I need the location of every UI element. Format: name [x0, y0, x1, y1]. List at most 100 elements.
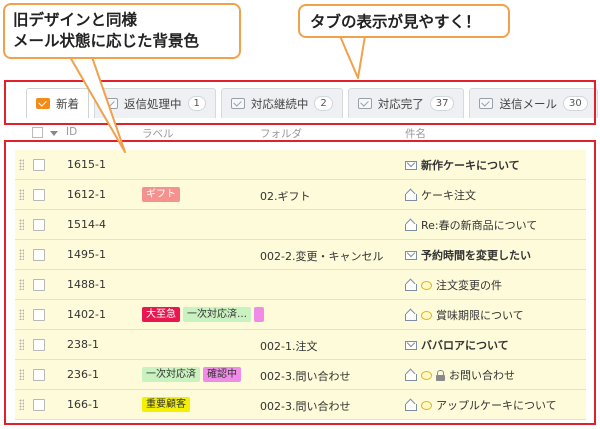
label-tag[interactable]: 確認中 [203, 367, 241, 382]
tab-label: 新着 [56, 96, 79, 111]
subject-text: ババロアについて [421, 339, 509, 352]
mail-row[interactable]: 238-1 002-1.注文 ババロアについて [15, 330, 586, 360]
tab-label: 送信メール [499, 96, 557, 111]
row-checkbox[interactable] [33, 399, 45, 411]
column-header-subject[interactable]: 件名 [405, 126, 426, 141]
row-checkbox[interactable] [33, 159, 45, 171]
tab-5[interactable]: 送信メール 30 [469, 88, 598, 118]
tab-count-badge: 30 [562, 96, 588, 111]
mail-folder: 02.ギフト [260, 190, 311, 203]
drag-handle-icon[interactable] [19, 369, 24, 380]
row-checkbox[interactable] [33, 279, 45, 291]
envelope-open-icon [405, 370, 417, 381]
tab-count-badge: 2 [314, 96, 333, 111]
label-list: ギフト [142, 187, 180, 202]
tab-2[interactable]: 返信処理中 1 [94, 88, 216, 118]
mail-row[interactable]: 1514-4 Re:春の新商品について [15, 210, 586, 240]
mail-id: 166-1 [67, 398, 99, 411]
comment-icon [421, 370, 432, 380]
tab-1[interactable]: 新着 [26, 88, 89, 118]
label-list: 大至急 一次対応済… [142, 307, 264, 322]
mail-subject[interactable]: Re:春の新商品について [405, 217, 537, 233]
envelope-closed-icon [405, 340, 417, 350]
drag-handle-icon[interactable] [19, 219, 24, 230]
mail-row[interactable]: 1495-1 002-2.変更・キャンセル 予約時間を変更したい [15, 240, 586, 270]
row-checkbox[interactable] [33, 309, 45, 321]
mail-row[interactable]: 1402-1 大至急 一次対応済… 賞味期限について [15, 300, 586, 330]
row-checkbox[interactable] [33, 249, 45, 261]
subject-text: Re:春の新商品について [421, 219, 538, 232]
label-tag[interactable]: ギフト [142, 187, 180, 202]
subject-text: お問い合わせ [449, 369, 515, 382]
mail-subject[interactable]: お問い合わせ [405, 367, 515, 383]
column-header-label[interactable]: ラベル [142, 126, 174, 141]
callout-right-text: タブの表示が見やすく！ [310, 13, 481, 31]
mail-row[interactable]: 1615-1 新作ケーキについて [15, 150, 586, 180]
mail-id: 1612-1 [67, 188, 106, 201]
mail-id: 1514-4 [67, 218, 106, 231]
drag-handle-icon[interactable] [19, 399, 24, 410]
column-header-id[interactable]: ID [66, 126, 77, 138]
lock-icon [436, 369, 445, 381]
mail-subject[interactable]: 注文変更の件 [405, 277, 502, 293]
mail-subject[interactable]: ケーキ注文 [405, 187, 476, 203]
callout-background-color: 旧デザインと同様 メール状態に応じた背景色 [3, 3, 241, 59]
mail-subject[interactable]: 予約時間を変更したい [405, 247, 531, 263]
callout-left-line-2: メール状態に応じた背景色 [13, 32, 200, 50]
mail-id: 1488-1 [67, 278, 106, 291]
mailbox-icon [104, 98, 118, 109]
subject-text: アップルケーキについて [436, 399, 557, 412]
mail-subject[interactable]: アップルケーキについて [405, 397, 557, 413]
comment-icon [421, 400, 432, 410]
envelope-open-icon [405, 280, 417, 291]
envelope-open-icon [405, 400, 417, 411]
subject-text: 予約時間を変更したい [421, 249, 531, 262]
mail-subject[interactable]: 新作ケーキについて [405, 157, 520, 173]
drag-handle-icon[interactable] [19, 189, 24, 200]
callout-left-line-1: 旧デザインと同様 [13, 11, 138, 29]
comment-icon [421, 280, 432, 290]
row-checkbox[interactable] [33, 339, 45, 351]
mail-row[interactable]: 236-1 一次対応済 確認中 002-3.問い合わせ お問い合わせ [15, 360, 586, 390]
label-tag[interactable]: 一次対応済… [183, 307, 251, 322]
envelope-open-icon [405, 310, 417, 321]
mail-id: 1495-1 [67, 248, 106, 261]
mail-row[interactable]: 1488-1 注文変更の件 [15, 270, 586, 300]
label-list: 一次対応済 確認中 [142, 367, 241, 382]
mail-id: 1615-1 [67, 158, 106, 171]
mail-row[interactable]: 1612-1 ギフト 02.ギフト ケーキ注文 [15, 180, 586, 210]
tab-4[interactable]: 対応完了 37 [347, 88, 465, 118]
drag-handle-icon[interactable] [19, 339, 24, 350]
drag-handle-icon[interactable] [19, 249, 24, 260]
label-tag[interactable] [254, 307, 264, 322]
mail-subject[interactable]: ババロアについて [405, 337, 509, 353]
inbox-icon [36, 98, 50, 109]
mail-id: 236-1 [67, 368, 99, 381]
sort-caret-icon[interactable] [50, 131, 58, 136]
mail-folder: 002-3.問い合わせ [260, 400, 351, 413]
subject-text: 注文変更の件 [436, 279, 502, 292]
mail-subject[interactable]: 賞味期限について [405, 307, 524, 323]
tab-3[interactable]: 対応継続中 2 [220, 88, 343, 118]
mail-row[interactable]: 166-1 重要顧客 002-3.問い合わせ アップルケーキについて [15, 390, 586, 420]
comment-icon [421, 310, 432, 320]
select-all-checkbox[interactable] [32, 127, 43, 138]
subject-text: 賞味期限について [436, 309, 524, 322]
label-tag[interactable]: 一次対応済 [142, 367, 200, 382]
envelope-closed-icon [405, 250, 417, 260]
label-tag[interactable]: 大至急 [142, 307, 180, 322]
drag-handle-icon[interactable] [19, 159, 24, 170]
envelope-closed-icon [405, 160, 417, 170]
row-checkbox[interactable] [33, 219, 45, 231]
row-checkbox[interactable] [33, 189, 45, 201]
tab-count-badge: 37 [429, 96, 455, 111]
mail-folder: 002-3.問い合わせ [260, 370, 351, 383]
row-checkbox[interactable] [33, 369, 45, 381]
mail-list: 1615-1 新作ケーキについて 1612-1 ギフト 02.ギフト ケーキ注文 1514-… [15, 150, 586, 420]
drag-handle-icon[interactable] [19, 309, 24, 320]
label-tag[interactable]: 重要顧客 [142, 397, 190, 412]
mailbox-icon [357, 98, 372, 109]
mail-id: 238-1 [67, 338, 99, 351]
drag-handle-icon[interactable] [19, 279, 24, 290]
column-header-folder[interactable]: フォルダ [260, 126, 302, 141]
